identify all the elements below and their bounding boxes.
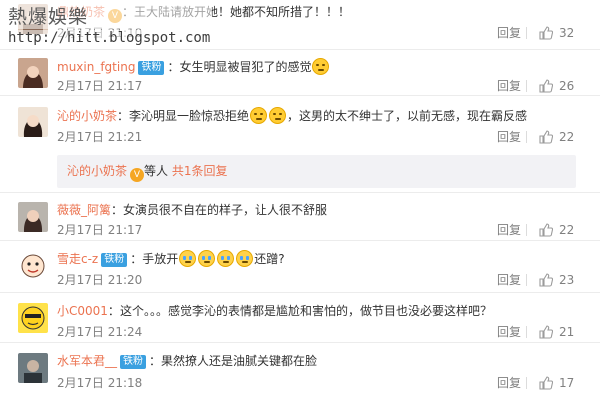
- avatar[interactable]: [18, 107, 48, 137]
- comment-text: 李沁明显一脸惊恐拒绝: [129, 109, 250, 123]
- sub-reply-people: 等人: [144, 164, 169, 178]
- sub-reply-username[interactable]: 沁的小奶茶: [67, 164, 127, 178]
- comment-text-line: 水军本君__ 铁粉 ：果然撩人还是油腻关键都在脸: [57, 354, 318, 369]
- divider: [526, 326, 527, 338]
- comment-item: 小C0001：这个。。。感觉李沁的表情都是尴尬和害怕的，做节目也没必要这样吧？ …: [0, 293, 600, 343]
- like-button[interactable]: 26: [539, 78, 574, 94]
- like-button[interactable]: 21: [539, 324, 574, 340]
- comment-text-line: 薇薇_阿篱：女演员很不自在的样子，让人很不舒服: [57, 203, 328, 217]
- like-button[interactable]: 23: [539, 272, 574, 288]
- comment-list: 鼎热奶茶 V ：王大陆请放开她！她都不知所措了！！！ 2月17日 21:10 回复 …: [0, 0, 600, 407]
- comment-text-line: 沁的小奶茶：李沁明显一脸惊恐拒绝 ，这男的太不绅士了，以前无感，现在霸反感: [57, 107, 528, 124]
- reply-button[interactable]: 回复: [497, 25, 521, 41]
- comment-username[interactable]: muxin_fgting: [57, 60, 135, 74]
- sub-reply-more-link[interactable]: 共1条回复: [172, 164, 228, 178]
- comment-text: 王大陆请放开她！她都不知所措了！！！: [134, 5, 351, 19]
- awkward-emoji-icon: [312, 58, 330, 75]
- avatar[interactable]: [18, 250, 48, 280]
- divider: [526, 80, 527, 92]
- comment-text: ，这男的太不绅士了，以前无感，现在霸反感: [287, 109, 528, 123]
- thumbs-up-icon: [539, 273, 553, 287]
- comment-text: 女生明显被冒犯了的感觉: [179, 60, 312, 74]
- comment-date: 2月17日 21:18: [57, 376, 143, 390]
- thumbs-up-icon: [539, 79, 553, 93]
- comment-item: 水军本君__ 铁粉 ：果然撩人还是油腻关键都在脸 2月17日 21:18 回复 17: [0, 343, 600, 407]
- comment-username[interactable]: 沁的小奶茶: [57, 109, 117, 123]
- thumbs-up-icon: [539, 26, 553, 40]
- divider: [526, 27, 527, 39]
- comment-date: 2月17日 21:17: [57, 79, 143, 93]
- like-count: 23: [559, 273, 575, 287]
- comment-text: 女演员很不自在的样子，让人很不舒服: [123, 203, 328, 217]
- comment-item: 雪走c-z 铁粉 ：手放开 还蹭? 2月17日 21:20 回复 23: [0, 241, 600, 293]
- thumbs-up-icon: [539, 376, 553, 390]
- comment-username[interactable]: 小C0001: [57, 304, 108, 318]
- comment-date: 2月17日 21:24: [57, 325, 143, 339]
- comment-date: 2月17日 21:17: [57, 223, 143, 237]
- reply-button[interactable]: 回复: [497, 129, 521, 145]
- divider: [526, 274, 527, 286]
- comment-date: 2月17日 21:21: [57, 130, 143, 144]
- comment-text: 还蹭?: [254, 252, 285, 266]
- comment-text-line: muxin_fgting 铁粉 ：女生明显被冒犯了的感觉: [57, 58, 330, 75]
- avatar[interactable]: [18, 202, 48, 232]
- thumbs-up-icon: [539, 130, 553, 144]
- thumbs-up-icon: [539, 325, 553, 339]
- fan-badge: 铁粉: [101, 253, 128, 267]
- reply-button[interactable]: 回复: [497, 272, 521, 288]
- comment-username[interactable]: 薇薇_阿篱: [57, 203, 111, 217]
- comment-text-line: 鼎热奶茶 V ：王大陆请放开她！她都不知所措了！！！: [57, 5, 351, 23]
- comment-username[interactable]: 雪走c-z: [57, 252, 98, 266]
- divider: [526, 224, 527, 236]
- avatar[interactable]: [18, 353, 48, 383]
- reply-button[interactable]: 回复: [497, 324, 521, 340]
- comment-text: 手放开: [142, 252, 179, 266]
- reply-button[interactable]: 回复: [497, 78, 521, 94]
- crying-emoji-icon: [179, 250, 197, 267]
- like-count: 17: [559, 376, 575, 390]
- comment-date: 2月17日 21:20: [57, 273, 143, 287]
- like-button[interactable]: 17: [539, 375, 574, 391]
- divider: [526, 377, 527, 389]
- avatar[interactable]: [18, 58, 48, 88]
- like-button[interactable]: 22: [539, 222, 574, 238]
- avatar[interactable]: [18, 4, 48, 34]
- comment-text-line: 小C0001：这个。。。感觉李沁的表情都是尴尬和害怕的，做节目也没必要这样吧？: [57, 304, 492, 318]
- like-count: 22: [559, 223, 575, 237]
- crying-emoji-icon: [198, 250, 216, 267]
- comment-text-line: 雪走c-z 铁粉 ：手放开 还蹭?: [57, 250, 285, 267]
- awkward-emoji-icon: [269, 107, 287, 124]
- comment-item: 鼎热奶茶 V ：王大陆请放开她！她都不知所措了！！！ 2月17日 21:10 回复 …: [0, 0, 600, 50]
- divider: [526, 131, 527, 143]
- avatar[interactable]: [18, 303, 48, 333]
- comment-username[interactable]: 水军本君__: [57, 354, 117, 368]
- crying-emoji-icon: [217, 250, 235, 267]
- like-count: 22: [559, 130, 575, 144]
- fan-badge: 铁粉: [138, 61, 165, 75]
- like-button[interactable]: 32: [539, 25, 574, 41]
- awkward-emoji-icon: [250, 107, 268, 124]
- thumbs-up-icon: [539, 223, 553, 237]
- like-count: 32: [559, 26, 575, 40]
- sub-reply-line: 沁的小奶茶 V 等人 共1条回复: [67, 163, 228, 182]
- comment-item: muxin_fgting 铁粉 ：女生明显被冒犯了的感觉 2月17日 21:17 回…: [0, 50, 600, 96]
- reply-button[interactable]: 回复: [497, 375, 521, 391]
- like-count: 21: [559, 325, 575, 339]
- reply-button[interactable]: 回复: [497, 222, 521, 238]
- comment-text: 果然撩人还是油腻关键都在脸: [161, 354, 318, 368]
- comment-text: 这个。。。感觉李沁的表情都是尴尬和害怕的，做节目也没必要这样吧？: [119, 304, 492, 318]
- like-count: 26: [559, 79, 575, 93]
- fan-badge: 铁粉: [120, 355, 147, 369]
- comment-username[interactable]: 鼎热奶茶: [57, 5, 105, 19]
- sub-reply-box[interactable]: 沁的小奶茶 V 等人 共1条回复: [57, 155, 576, 188]
- crying-emoji-icon: [236, 250, 254, 267]
- comment-item: 薇薇_阿篱：女演员很不自在的样子，让人很不舒服 2月17日 21:17 回复 2…: [0, 193, 600, 241]
- vip-icon: V: [108, 9, 123, 23]
- vip-icon: V: [130, 168, 145, 182]
- like-button[interactable]: 22: [539, 129, 574, 145]
- comment-date: 2月17日 21:10: [57, 26, 143, 40]
